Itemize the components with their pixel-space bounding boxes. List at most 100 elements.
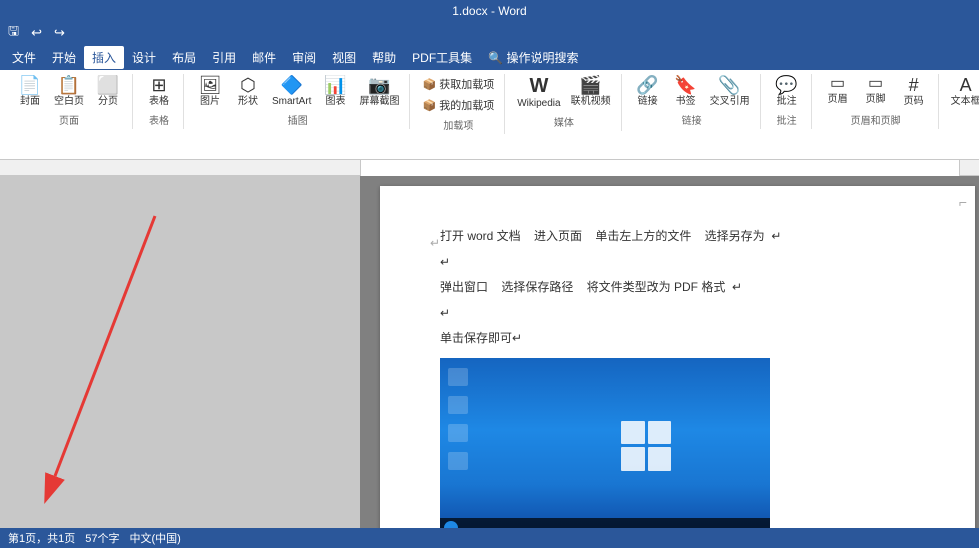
pagebreak-icon: ⬜ bbox=[97, 76, 119, 94]
win-logo-q1 bbox=[621, 421, 645, 445]
ribbon-btn-online-video[interactable]: 🎬 联机视频 bbox=[567, 74, 615, 110]
ribbon-btn-cover[interactable]: 📄 封面 bbox=[12, 74, 48, 110]
menu-search[interactable]: 🔍 操作说明搜索 bbox=[480, 46, 586, 69]
document-content: 打开 word 文档 进入页面 单击左上方的文件 选择另存为 ↵ ↵ 弹出窗口 … bbox=[440, 226, 915, 528]
menu-layout[interactable]: 布局 bbox=[164, 46, 204, 69]
menu-file[interactable]: 文件 bbox=[4, 46, 44, 69]
ribbon-group-headersfooters: ▭ 页眉 ▭ 页脚 # 页码 页眉和页脚 bbox=[814, 74, 939, 129]
horizontal-ruler bbox=[0, 160, 979, 176]
ribbon-group-label-illustrations: 插图 bbox=[288, 112, 308, 127]
menu-references[interactable]: 引用 bbox=[204, 46, 244, 69]
status-bar: 第1页，共1页 57个字 中文(中国) bbox=[0, 528, 979, 548]
ribbon-btn-textbox[interactable]: A 文本框 bbox=[947, 74, 979, 110]
windows-logo bbox=[621, 421, 671, 471]
ribbon-btn-screenshot[interactable]: 📷 屏幕截图 bbox=[355, 74, 403, 110]
document-embedded-image bbox=[440, 358, 770, 528]
ribbon-group-label-pages: 页面 bbox=[59, 112, 79, 127]
ribbon-btn-shapes[interactable]: ⬡ 形状 bbox=[230, 74, 266, 110]
arrow-overlay bbox=[0, 176, 360, 528]
ribbon-group-links: 🔗 链接 🔖 书签 📎 交叉引用 链接 bbox=[624, 74, 761, 129]
ribbon-btn-wikipedia[interactable]: W Wikipedia bbox=[513, 74, 564, 112]
ribbon-btn-header[interactable]: ▭ 页眉 bbox=[820, 74, 856, 108]
menu-review[interactable]: 审阅 bbox=[284, 46, 324, 69]
title-text: 1.docx - Word bbox=[452, 4, 526, 18]
start-button bbox=[444, 521, 458, 528]
bookmark-icon: 🔖 bbox=[674, 76, 696, 94]
ribbon-group-label-media: 媒体 bbox=[554, 114, 574, 129]
desktop-icon-1 bbox=[448, 368, 468, 386]
menu-mailings[interactable]: 邮件 bbox=[244, 46, 284, 69]
cover-icon: 📄 bbox=[19, 76, 41, 94]
ribbon-btn-bookmark[interactable]: 🔖 书签 bbox=[668, 74, 704, 110]
ribbon-group-label-addins: 加载项 bbox=[443, 117, 473, 132]
ribbon-btn-picture[interactable]: 🖼 图片 bbox=[192, 74, 228, 110]
ribbon-btn-pagenumber[interactable]: # 页码 bbox=[896, 74, 932, 110]
ribbon-btn-comment[interactable]: 💬 批注 bbox=[769, 74, 805, 110]
menu-view[interactable]: 视图 bbox=[324, 46, 364, 69]
ribbon-group-table: ⊞ 表格 表格 bbox=[135, 74, 184, 129]
doc-line-5: 单击保存即可↵ bbox=[440, 328, 915, 350]
textbox-icon: A bbox=[960, 76, 972, 94]
win-logo-q4 bbox=[648, 447, 672, 471]
status-words: 57个字 bbox=[85, 530, 119, 546]
win-logo-q3 bbox=[621, 447, 645, 471]
ribbon: 📄 封面 📋 空白页 ⬜ 分页 页面 ⊞ 表格 表格 🖼 bbox=[0, 70, 979, 160]
ribbon-btn-table[interactable]: ⊞ 表格 bbox=[141, 74, 177, 110]
ribbon-btn-pagebreak[interactable]: ⬜ 分页 bbox=[90, 74, 126, 110]
ruler-inner bbox=[360, 160, 960, 176]
header-icon: ▭ bbox=[830, 76, 845, 92]
ribbon-btn-smartart[interactable]: 🔷 SmartArt bbox=[268, 74, 315, 110]
screenshot-icon: 📷 bbox=[368, 76, 390, 94]
chart-icon: 📊 bbox=[324, 76, 346, 94]
desktop-icon-2 bbox=[448, 396, 468, 414]
menu-home[interactable]: 开始 bbox=[44, 46, 84, 69]
win-logo-q2 bbox=[648, 421, 672, 445]
desktop-icon-3 bbox=[448, 424, 468, 442]
ribbon-btn-footer[interactable]: ▭ 页脚 bbox=[858, 74, 894, 108]
smartart-icon: 🔷 bbox=[281, 76, 303, 94]
doc-line-2: ↵ bbox=[440, 252, 915, 274]
doc-line-1: 打开 word 文档 进入页面 单击左上方的文件 选择另存为 ↵ bbox=[440, 226, 915, 248]
ribbon-group-label-headersfooters: 页眉和页脚 bbox=[851, 112, 901, 127]
ribbon-btn-blank[interactable]: 📋 空白页 bbox=[50, 74, 88, 110]
doc-line-3: 弹出窗口 选择保存路径 将文件类型改为 PDF 格式 ↵ bbox=[440, 277, 915, 299]
ribbon-btn-my-addins[interactable]: 📦 我的加载项 bbox=[418, 95, 498, 115]
menu-insert[interactable]: 插入 bbox=[84, 46, 124, 69]
status-lang: 中文(中国) bbox=[130, 530, 181, 546]
footer-icon: ▭ bbox=[868, 76, 883, 92]
windows-taskbar bbox=[440, 518, 770, 528]
menu-bar: 文件 开始 插入 设计 布局 引用 邮件 审阅 视图 帮助 PDF工具集 🔍 操… bbox=[0, 44, 979, 70]
ribbon-group-label-table: 表格 bbox=[149, 112, 169, 127]
ribbon-btn-link[interactable]: 🔗 链接 bbox=[630, 74, 666, 110]
doc-line-4: ↵ bbox=[440, 303, 915, 325]
ribbon-btn-cross-ref[interactable]: 📎 交叉引用 bbox=[706, 74, 754, 110]
ribbon-group-addins: 📦 获取加载项 📦 我的加载项 加载项 bbox=[412, 74, 505, 134]
ribbon-group-label-links: 链接 bbox=[682, 112, 702, 127]
document-page: ⌐ ↵ 打开 word 文档 进入页面 单击左上方的文件 选择另存为 ↵ ↵ 弹… bbox=[380, 186, 975, 528]
menu-design[interactable]: 设计 bbox=[124, 46, 164, 69]
ribbon-group-label-comments: 批注 bbox=[777, 112, 797, 127]
page-margin-mark: ↵ bbox=[430, 236, 440, 250]
desktop-icon-4 bbox=[448, 452, 468, 470]
menu-pdf-tools[interactable]: PDF工具集 bbox=[404, 46, 480, 69]
ribbon-group-pages: 📄 封面 📋 空白页 ⬜ 分页 页面 bbox=[6, 74, 133, 129]
desktop-icons bbox=[448, 368, 468, 470]
redo-button[interactable]: ↪ bbox=[50, 24, 69, 42]
online-video-icon: 🎬 bbox=[579, 76, 601, 94]
undo-button[interactable]: ↩ bbox=[27, 24, 46, 42]
table-icon: ⊞ bbox=[151, 76, 166, 94]
ribbon-btn-get-addins[interactable]: 📦 获取加载项 bbox=[418, 74, 498, 94]
picture-icon: 🖼 bbox=[199, 76, 222, 94]
ribbon-group-illustrations: 🖼 图片 ⬡ 形状 🔷 SmartArt 📊 图表 📷 屏幕截图 插图 bbox=[186, 74, 410, 129]
menu-help[interactable]: 帮助 bbox=[364, 46, 404, 69]
cross-reference-icon: 📎 bbox=[718, 76, 740, 94]
ribbon-group-comments: 💬 批注 批注 bbox=[763, 74, 812, 129]
wikipedia-icon: W bbox=[529, 76, 548, 96]
windows-desktop bbox=[440, 358, 770, 528]
ribbon-group-text: A 文本框 A⊡ 文档部件 A 艺术字 A 首字 文本 bbox=[941, 74, 979, 129]
link-icon: 🔗 bbox=[636, 76, 658, 94]
ribbon-btn-chart[interactable]: 📊 图表 bbox=[317, 74, 353, 110]
save-button[interactable]: 🖫 bbox=[4, 21, 23, 45]
sidebar-panel bbox=[0, 176, 360, 528]
document-area: ⌐ ↵ 打开 word 文档 进入页面 单击左上方的文件 选择另存为 ↵ ↵ 弹… bbox=[360, 176, 979, 528]
